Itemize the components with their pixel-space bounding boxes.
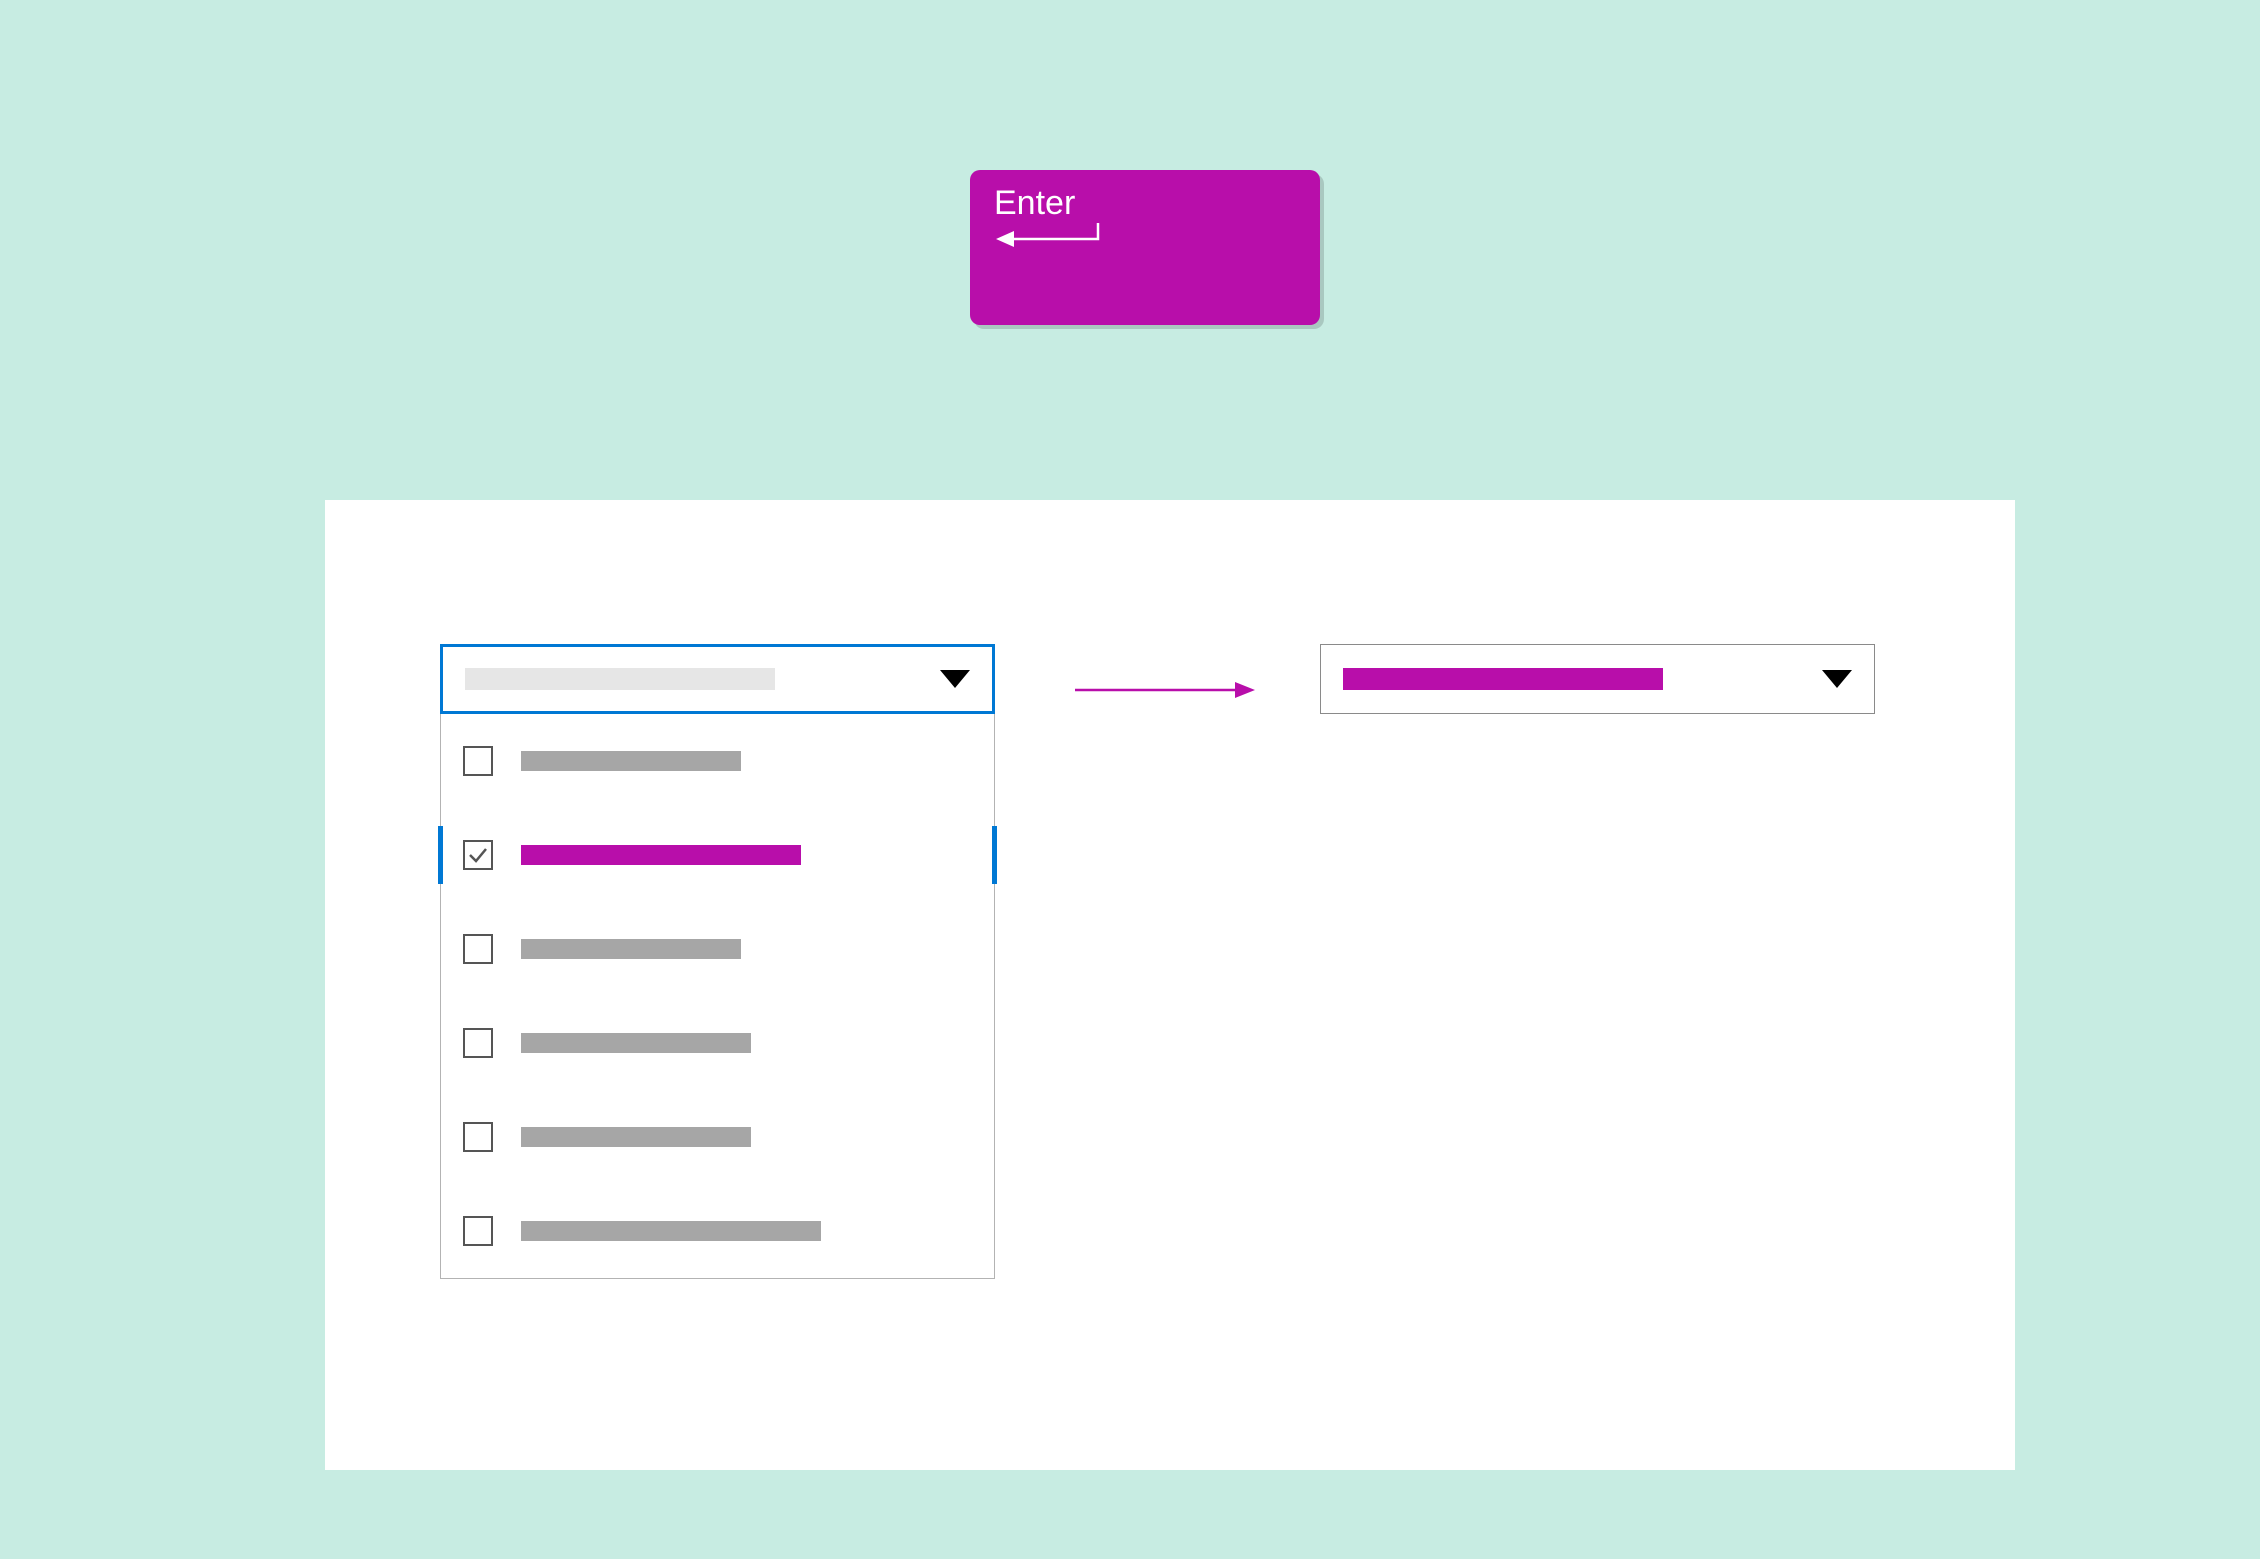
option-label-bar <box>521 1033 751 1053</box>
combobox-option-list <box>440 714 995 1279</box>
combobox-option[interactable] <box>441 1184 994 1278</box>
combobox-option[interactable] <box>441 1090 994 1184</box>
transition-arrow-icon <box>1075 680 1255 700</box>
checkbox-checked-icon[interactable] <box>463 840 493 870</box>
option-label-bar <box>521 845 801 865</box>
return-arrow-icon <box>994 223 1296 264</box>
option-label-bar <box>521 1127 751 1147</box>
option-label-bar <box>521 939 741 959</box>
chevron-down-icon <box>940 670 970 688</box>
combobox-value-bar <box>1343 668 1663 690</box>
combobox-placeholder-bar <box>465 668 775 690</box>
option-label-bar <box>521 751 741 771</box>
option-label-bar <box>521 1221 821 1241</box>
combobox-closed[interactable] <box>1320 644 1875 714</box>
checkbox-icon[interactable] <box>463 746 493 776</box>
enter-key-label: Enter <box>994 184 1296 223</box>
combobox-option[interactable] <box>441 996 994 1090</box>
combobox-option[interactable] <box>441 714 994 808</box>
chevron-down-icon <box>1822 670 1852 688</box>
combobox-option[interactable] <box>441 808 994 902</box>
combobox-option[interactable] <box>441 902 994 996</box>
checkbox-icon[interactable] <box>463 934 493 964</box>
combobox-open[interactable] <box>440 644 995 1279</box>
checkbox-icon[interactable] <box>463 1028 493 1058</box>
checkbox-icon[interactable] <box>463 1216 493 1246</box>
checkbox-icon[interactable] <box>463 1122 493 1152</box>
enter-key[interactable]: Enter <box>970 170 1320 325</box>
combobox-open-header[interactable] <box>440 644 995 714</box>
combobox-closed-header[interactable] <box>1320 644 1875 714</box>
